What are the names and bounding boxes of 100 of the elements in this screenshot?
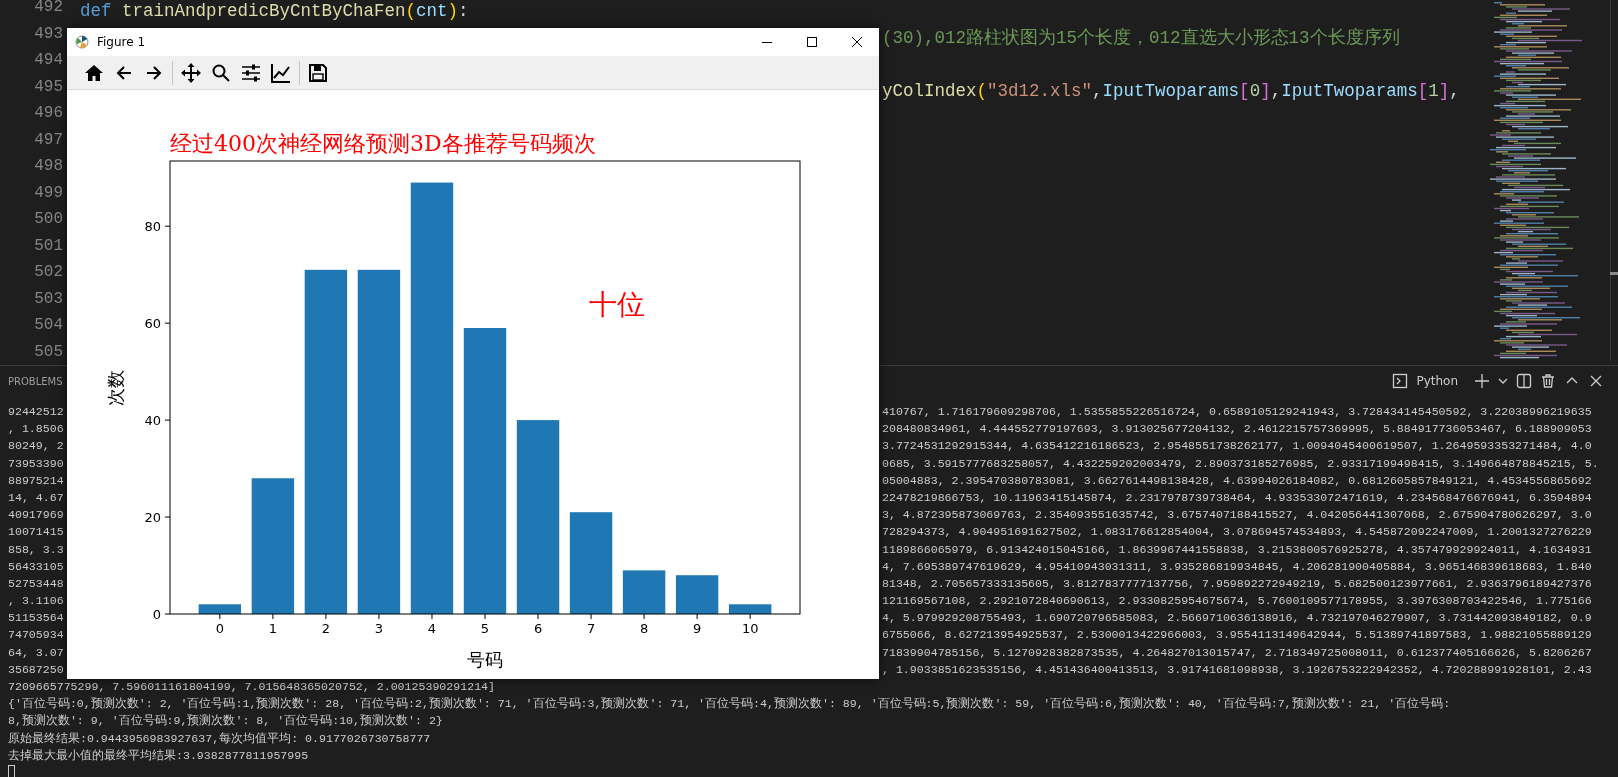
bar xyxy=(675,575,719,614)
tick-label: 1 xyxy=(268,621,277,636)
terminal-output: 4, 5.979929208755493, 1.690720796585083, 2.5669710636138916, 4.732197046279907, 3.731442093849182, 0.9 xyxy=(882,610,1592,627)
terminal-output: 728294373, 4.904951691627502, 1.083176612854004, 3.078694574534893, 4.545872092247009, 1.2001327276229 xyxy=(882,524,1592,541)
terminal-output: 1189866065979, 6.913424015045166, 1.8639967441558838, 3.2153800576925278, 4.357479929924011, 4.1634931 xyxy=(882,541,1592,558)
tick-label: 6 xyxy=(533,621,543,636)
terminal-output: 0685, 3.5915777683258057, 4.432259202003479, 2.890373185276985, 2.93317199498415, 3.149664878845215, 5. xyxy=(882,455,1599,472)
code-line: yColIndex("3d12.xls",IputTwoparams[0],IputTwoparams[1], xyxy=(882,79,1460,102)
tick-mark xyxy=(749,613,751,620)
axis-label: 次数 xyxy=(105,370,126,406)
tick-label: 10 xyxy=(741,621,759,636)
plus-icon[interactable] xyxy=(1474,373,1490,389)
line-number: 493 xyxy=(33,24,63,45)
terminal-output: 3, 4.872395873069763, 2.354093551635742, 3.6757407188415527, 4.042056441307068, 2.675904780626297, 3.0 xyxy=(882,507,1592,524)
terminal-cursor xyxy=(8,765,15,777)
terminal-output: 40917969 xyxy=(8,508,64,522)
line-number: 500 xyxy=(33,210,63,230)
chart-annotation: 十位 xyxy=(588,288,645,321)
terminal-output: 14, 4.67 xyxy=(8,490,64,504)
terminal-output: 05004883, 2.395470380783081, 3.6627614498138428, 4.63994026184082, 0.6812605857849121, 4.4534556865692 xyxy=(882,472,1592,489)
tick-mark xyxy=(164,322,171,324)
line-number: 497 xyxy=(33,130,63,151)
tick-mark xyxy=(431,613,433,620)
tick-mark xyxy=(164,516,171,518)
terminal-output: 56433105 xyxy=(8,559,64,573)
tick-label: 80 xyxy=(144,218,161,234)
axis-label: 号码 xyxy=(467,649,503,670)
terminal-output: , 1.8506 xyxy=(8,422,64,436)
line-number: 502 xyxy=(33,263,63,283)
terminal-output: 3.7724531292915344, 4.635412216186523, 2.9548551738262177, 1.0094045400619507, 1.2649593353271484, 4.0 xyxy=(882,438,1592,455)
terminal-output: 原始最终结果:0.9443956983927637,每次均值平均: 0.9177026730758777 xyxy=(8,731,431,745)
tick-label: 8 xyxy=(639,621,649,636)
save-icon[interactable] xyxy=(308,62,328,83)
line-number: 496 xyxy=(33,104,63,124)
terminal-output: 74705934 xyxy=(8,628,64,642)
tick-label: 0 xyxy=(215,621,224,636)
tick-mark xyxy=(378,613,380,620)
terminal-output: 858, 3.3 xyxy=(8,542,64,556)
terminal-output: 51153564 xyxy=(8,611,64,625)
bar xyxy=(198,604,242,614)
terminal-output: 121169567108, 2.2921072840690613, 2.9330825954675674, 5.7600109577178955, 3.3976308703422546, 1.775166 xyxy=(882,593,1592,610)
window-title: Figure 1 xyxy=(97,35,146,49)
tick-label: 60 xyxy=(144,315,161,331)
bar xyxy=(728,604,772,614)
terminal-output: 去掉最大最小值的最终平均结果:3.9382877811957995 xyxy=(8,748,309,762)
tick-mark xyxy=(590,613,592,620)
sliders-icon[interactable] xyxy=(241,62,261,83)
terminal-output: 22478219866753, 10.11963415145874, 2.2317978739738464, 4.933533072471619, 4.234568476676941, 6.3594894 xyxy=(882,489,1592,506)
terminal-output: , 3.1106 xyxy=(8,594,64,608)
bar xyxy=(622,570,666,614)
line-number: 505 xyxy=(33,342,63,363)
trash-icon[interactable] xyxy=(1540,373,1556,389)
tick-mark xyxy=(164,225,171,227)
terminal-output: 7209665775299, 7.596011161804199, 7.015648365020752, 2.00125390291214] xyxy=(8,680,496,693)
close-icon[interactable] xyxy=(1588,373,1604,389)
line-number: 501 xyxy=(33,236,63,257)
line-number: 504 xyxy=(33,316,63,336)
tick-mark xyxy=(537,613,539,620)
home-icon[interactable] xyxy=(84,62,104,83)
tick-mark xyxy=(272,613,274,620)
tick-label: 40 xyxy=(144,412,161,428)
terminal-output: 410767, 1.716179609298706, 1.5355855226516724, 0.6589105129241943, 3.728434145450592, 3.22038996219635 xyxy=(882,404,1592,420)
tick-mark xyxy=(164,419,171,421)
line-number: 499 xyxy=(33,183,63,204)
tick-label: 0 xyxy=(152,606,161,622)
search-icon[interactable] xyxy=(211,62,231,83)
line-chart-icon[interactable] xyxy=(271,62,291,83)
terminal-output: 80249, 2 xyxy=(8,439,64,453)
tick-label: 20 xyxy=(144,509,161,525)
tick-mark xyxy=(325,613,327,620)
terminal-output: 6755066, 8.627213954925537, 2.5300013422966003, 3.9554113149642944, 5.51389741897583, 1.98821055889129 xyxy=(882,627,1592,644)
line-number: 503 xyxy=(33,289,63,310)
split-icon[interactable] xyxy=(1516,373,1532,389)
line-number: 492 xyxy=(33,0,63,18)
terminal-output: 73953390 xyxy=(8,456,64,470)
terminal-output: 92442512 xyxy=(8,405,64,418)
terminal-output: 35687250 xyxy=(8,662,64,676)
terminal-output: 10071415 xyxy=(8,525,64,539)
terminal-icon[interactable] xyxy=(1392,373,1409,389)
move-icon[interactable] xyxy=(181,62,201,83)
panel-tab[interactable]: PROBLEMS xyxy=(8,375,63,387)
terminal-output: , 1.9033851623535156, 4.451436400413513, 3.91741681098938, 3.1926753222942352, 4.720288991928101, 2.43 xyxy=(882,661,1592,678)
tick-mark xyxy=(696,613,698,620)
code-line: def trainAndpredicByCntByChaFen(cnt): xyxy=(80,0,469,22)
terminal-output: 52753448 xyxy=(8,576,64,590)
terminal-output: 64, 3.07 xyxy=(8,645,64,659)
terminal-output: 208480834961, 4.444552779197693, 3.913025677204132, 2.4612215757369995, 5.884917736053467, 6.188909053 xyxy=(882,421,1592,438)
terminal-output: 71839904785156, 5.1270928382873535, 4.264827013015747, 2.718349725008011, 0.612377405166626, 5.8206267 xyxy=(882,644,1592,661)
app-icon xyxy=(75,35,89,49)
tick-label: 9 xyxy=(693,621,702,636)
chart-title: 经过400次神经网络预测3D各推荐号码频次 xyxy=(170,131,596,156)
terminal-name[interactable]: Python xyxy=(1416,374,1458,388)
line-number: 498 xyxy=(33,157,63,177)
tick-label: 2 xyxy=(321,621,331,636)
close-icon xyxy=(851,37,862,47)
terminal-output: 4, 7.695389747619629, 4.95410943031311, 3.935286819934845, 4.206281900405884, 3.965146839618683, 1.840 xyxy=(882,558,1592,575)
line-number: 494 xyxy=(33,51,63,71)
line-number: 495 xyxy=(33,77,63,98)
tick-mark xyxy=(643,613,645,620)
code-line: (30),012路柱状图为15个长度，012直选大小形态13个长度序列 xyxy=(882,26,1400,49)
